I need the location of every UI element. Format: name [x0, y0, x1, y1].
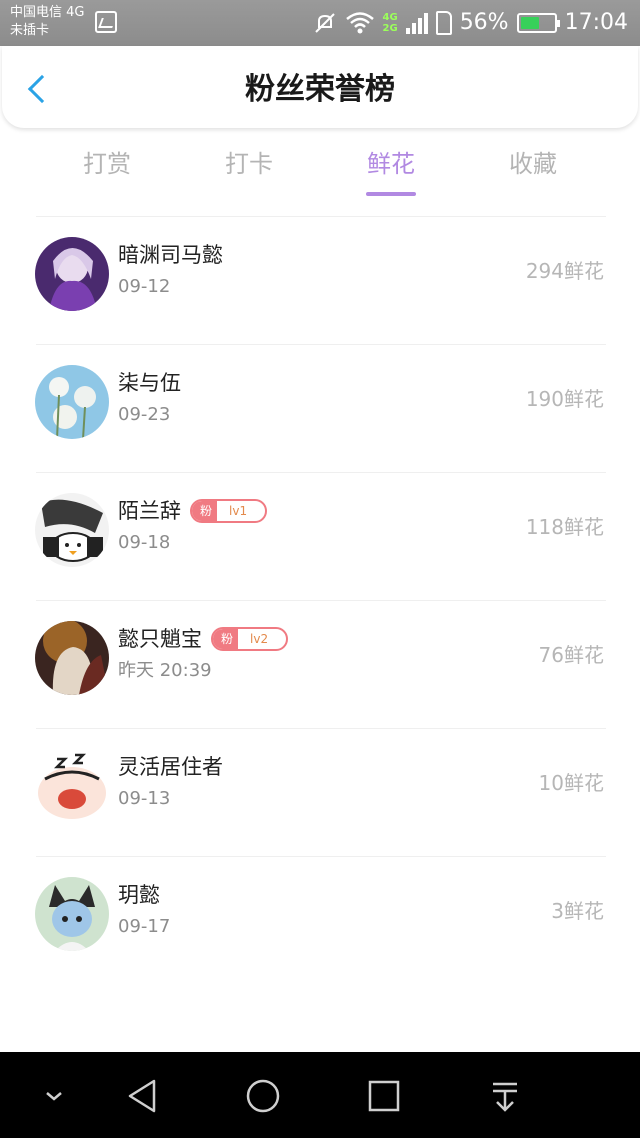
- badge-level: lv2: [250, 632, 269, 646]
- tab-reward[interactable]: 打赏: [36, 144, 178, 184]
- carrier-info: 中国电信 4G 未插卡: [10, 4, 84, 40]
- signal-icon: [405, 12, 428, 34]
- fan-level-badge: 粉 lv2: [211, 627, 289, 651]
- fan-date: 09-13: [118, 788, 171, 809]
- network-2g-label: 2G: [382, 23, 398, 34]
- recents-square-icon[interactable]: [364, 1076, 404, 1116]
- avatar[interactable]: [35, 877, 109, 951]
- image-icon: [95, 11, 117, 33]
- sim-icon: [435, 11, 452, 35]
- wifi-icon: [345, 12, 374, 34]
- fan-name-text: 玥懿: [118, 883, 160, 907]
- fan-date: 昨天 20:39: [118, 660, 212, 681]
- network-type: 4G 2G: [383, 12, 398, 34]
- flower-count: 190鲜花: [525, 387, 604, 411]
- home-circle-icon[interactable]: [243, 1076, 283, 1116]
- fan-level-badge: 粉 lv1: [190, 499, 268, 523]
- badge-label: 粉: [192, 501, 218, 521]
- flower-count: 76鲜花: [538, 643, 604, 667]
- sim-status: 未插卡: [10, 23, 50, 38]
- list-item[interactable]: 懿只魈宝 粉 lv2 昨天 20:39 76鲜花: [0, 600, 640, 728]
- battery-fill: [520, 17, 539, 29]
- fan-name: 灵活居住者: [118, 752, 223, 782]
- app-header: 粉丝荣誉榜: [2, 46, 638, 128]
- flower-count: 294鲜花: [525, 259, 604, 283]
- tab-label: 鲜花: [367, 150, 415, 178]
- fan-name-text: 陌兰辞: [118, 499, 181, 523]
- fan-date: 09-12: [118, 276, 171, 297]
- tab-bar: 打赏 打卡 鲜花 收藏: [36, 144, 604, 200]
- notification-pull-icon[interactable]: [485, 1076, 525, 1116]
- tab-label: 收藏: [509, 150, 557, 178]
- avatar[interactable]: [35, 237, 109, 311]
- list-item[interactable]: 陌兰辞 粉 lv1 09-18 118鲜花: [0, 472, 640, 600]
- fan-name: 陌兰辞 粉 lv1: [118, 496, 268, 526]
- fan-date: 09-18: [118, 532, 171, 553]
- flower-count: 10鲜花: [538, 771, 604, 795]
- tab-active-indicator: [366, 192, 416, 196]
- list-item[interactable]: 柒与伍 09-23 190鲜花: [0, 344, 640, 472]
- tab-flowers[interactable]: 鲜花: [320, 144, 462, 196]
- tab-label: 打卡: [225, 150, 273, 178]
- fan-name-text: 柒与伍: [118, 371, 181, 395]
- battery-icon: [516, 13, 560, 33]
- fan-name-text: 暗渊司马懿: [118, 243, 223, 267]
- status-bar: 中国电信 4G 未插卡 4G 2G 56% 17:04: [0, 0, 640, 46]
- fan-name: 暗渊司马懿: [118, 240, 223, 270]
- fan-name: 柒与伍: [118, 368, 181, 398]
- flower-count: 3鲜花: [551, 899, 604, 923]
- avatar[interactable]: [35, 621, 109, 695]
- network-4g-label: 4G: [382, 12, 398, 23]
- collapse-icon[interactable]: [34, 1076, 74, 1116]
- tab-favorites[interactable]: 收藏: [462, 144, 604, 184]
- avatar[interactable]: [35, 493, 109, 567]
- fan-name: 玥懿: [118, 880, 160, 910]
- status-icons: 4G 2G 56% 17:04: [313, 6, 628, 40]
- list-item[interactable]: 灵活居住者 09-13 10鲜花: [0, 728, 640, 856]
- fan-name-text: 懿只魈宝: [118, 627, 202, 651]
- flower-count: 118鲜花: [525, 515, 604, 539]
- badge-label: 粉: [213, 629, 239, 649]
- system-nav-bar: [0, 1052, 640, 1138]
- fan-name: 懿只魈宝 粉 lv2: [118, 624, 289, 654]
- battery-percent: 56%: [459, 10, 509, 35]
- avatar[interactable]: [35, 749, 109, 823]
- tab-label: 打赏: [83, 150, 131, 178]
- page-title: 粉丝荣誉榜: [245, 72, 395, 107]
- mute-icon: [314, 13, 335, 33]
- back-triangle-icon[interactable]: [122, 1076, 162, 1116]
- fan-name-text: 灵活居住者: [118, 755, 223, 779]
- list-item[interactable]: 玥懿 09-17 3鲜花: [0, 856, 640, 984]
- fan-date: 09-23: [118, 404, 171, 425]
- clock: 17:04: [564, 10, 628, 35]
- tab-checkin[interactable]: 打卡: [178, 144, 320, 184]
- avatar[interactable]: [35, 365, 109, 439]
- carrier-name: 中国电信 4G: [10, 5, 85, 20]
- badge-level: lv1: [229, 504, 248, 518]
- fan-date: 09-17: [118, 916, 171, 937]
- list-item[interactable]: 暗渊司马懿 09-12 294鲜花: [0, 216, 640, 344]
